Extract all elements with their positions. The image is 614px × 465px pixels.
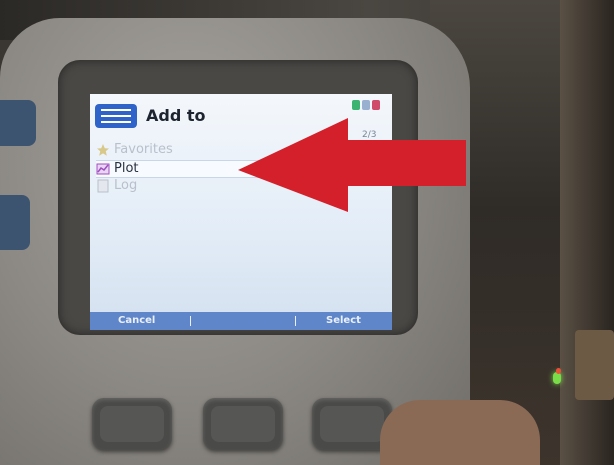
left-softkey-button[interactable] <box>92 398 172 450</box>
photo-scene: Add to 2/3 Favorites Plot Log Cancel Sel… <box>0 0 614 465</box>
button-face <box>211 406 275 442</box>
red-arrow-annotation <box>238 118 466 212</box>
button-face <box>100 406 164 442</box>
button-face <box>320 406 384 442</box>
hand <box>380 400 540 465</box>
middle-softkey-button[interactable] <box>203 398 283 450</box>
